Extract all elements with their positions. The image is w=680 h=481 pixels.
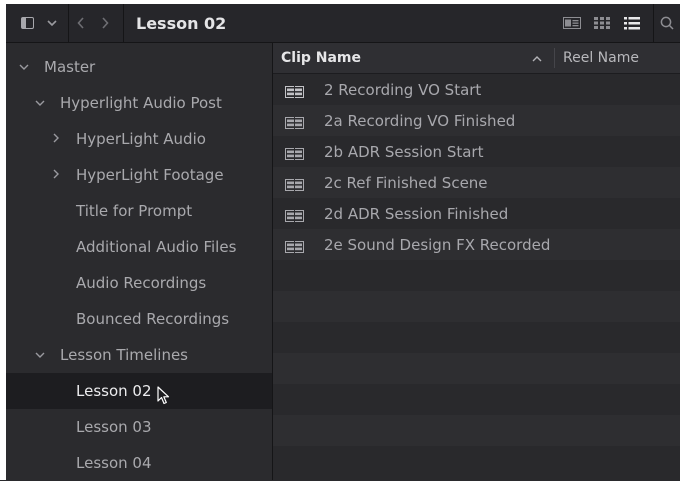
sidebar-item-label: Audio Recordings <box>76 274 207 292</box>
chevron-right-icon[interactable] <box>48 168 64 182</box>
empty-row <box>273 353 680 384</box>
column-header-reel-name[interactable]: Reel Name <box>563 50 639 66</box>
column-divider[interactable] <box>554 48 555 68</box>
table-row[interactable]: 2e Sound Design FX Recorded <box>273 229 680 260</box>
sidebar-item-label: Lesson 04 <box>76 454 152 472</box>
table-row[interactable]: 2d ADR Session Finished <box>273 198 680 229</box>
sidebar-item-label: Bounced Recordings <box>76 310 230 328</box>
sidebar-item-bounced-recordings[interactable]: Bounced Recordings <box>6 301 272 337</box>
sidebar-item-lesson-03[interactable]: Lesson 03 <box>6 409 272 445</box>
chevron-down-icon[interactable] <box>32 348 48 362</box>
search-icon[interactable] <box>653 4 680 42</box>
sidebar-item-label: Master <box>44 58 96 76</box>
clip-name: 2 Recording VO Start <box>324 80 482 99</box>
sort-ascending-icon[interactable] <box>532 51 542 66</box>
chevron-right-icon[interactable] <box>48 132 64 146</box>
clip-list: Clip Name Reel Name 2 Recording VO Start… <box>273 43 680 480</box>
timeline-icon <box>285 84 304 98</box>
sidebar-item-lesson-02[interactable]: Lesson 02 <box>6 373 272 409</box>
empty-row <box>273 415 680 446</box>
sidebar-toggle-icon[interactable] <box>12 4 42 42</box>
chevron-down-icon[interactable] <box>42 4 62 42</box>
mouse-cursor-icon <box>157 386 171 410</box>
clip-name: 2d ADR Session Finished <box>324 204 509 223</box>
timeline-icon <box>285 146 304 160</box>
timeline-icon <box>285 115 304 129</box>
table-row[interactable]: 2c Ref Finished Scene <box>273 167 680 198</box>
sidebar-item-audio-recordings[interactable]: Audio Recordings <box>6 265 272 301</box>
sidebar-item-hyperlight-audio[interactable]: HyperLight Audio <box>6 121 272 157</box>
chevron-down-icon[interactable] <box>16 60 32 74</box>
column-header-clip-name[interactable]: Clip Name <box>281 50 361 66</box>
chevron-down-icon[interactable] <box>32 96 48 110</box>
sidebar-item-label: Lesson 02 <box>76 382 152 400</box>
list-view-icon[interactable] <box>617 16 647 30</box>
sidebar-item-title-for-prompt[interactable]: Title for Prompt <box>6 193 272 229</box>
table-row[interactable]: 2 Recording VO Start <box>273 74 680 105</box>
timeline-icon <box>285 239 304 253</box>
sidebar-item-label: Title for Prompt <box>76 202 193 220</box>
table-row[interactable]: 2a Recording VO Finished <box>273 105 680 136</box>
sidebar-item-additional-audio-files[interactable]: Additional Audio Files <box>6 229 272 265</box>
sidebar-item-lesson-04[interactable]: Lesson 04 <box>6 445 272 481</box>
sidebar-item-label: Hyperlight Audio Post <box>60 94 222 112</box>
thumbnail-view-icon[interactable] <box>587 17 617 29</box>
sidebar-item-label: HyperLight Footage <box>76 166 224 184</box>
clip-name: 2c Ref Finished Scene <box>324 173 488 192</box>
sidebar-item-label: HyperLight Audio <box>76 130 206 148</box>
empty-row <box>273 291 680 322</box>
table-row[interactable]: 2b ADR Session Start <box>273 136 680 167</box>
sidebar-item-label: Lesson 03 <box>76 418 152 436</box>
sidebar-item-label: Lesson Timelines <box>60 346 188 364</box>
list-header: Clip Name Reel Name <box>273 43 680 74</box>
sidebar-item-hyperlight-footage[interactable]: HyperLight Footage <box>6 157 272 193</box>
sidebar-item-label: Additional Audio Files <box>76 238 237 256</box>
metadata-view-icon[interactable] <box>557 17 587 29</box>
sidebar-item-hyperlight-audio-post[interactable]: Hyperlight Audio Post <box>6 85 272 121</box>
forward-arrow-icon[interactable] <box>93 4 117 42</box>
sidebar-item-lesson-timelines[interactable]: Lesson Timelines <box>6 337 272 373</box>
bin-title: Lesson 02 <box>136 13 227 33</box>
empty-row <box>273 384 680 415</box>
timeline-icon <box>285 208 304 222</box>
bin-sidebar: Master Hyperlight Audio Post HyperLight … <box>6 43 273 480</box>
timeline-icon <box>285 177 304 191</box>
toolbar-divider <box>123 4 124 42</box>
back-arrow-icon[interactable] <box>69 4 93 42</box>
empty-row <box>273 322 680 353</box>
clip-name: 2b ADR Session Start <box>324 142 484 161</box>
toolbar: Lesson 02 <box>6 4 680 43</box>
clip-name: 2a Recording VO Finished <box>324 111 516 130</box>
clip-name: 2e Sound Design FX Recorded <box>324 235 551 254</box>
sidebar-item-master[interactable]: Master <box>6 49 272 85</box>
empty-row <box>273 260 680 291</box>
empty-row <box>273 446 680 477</box>
